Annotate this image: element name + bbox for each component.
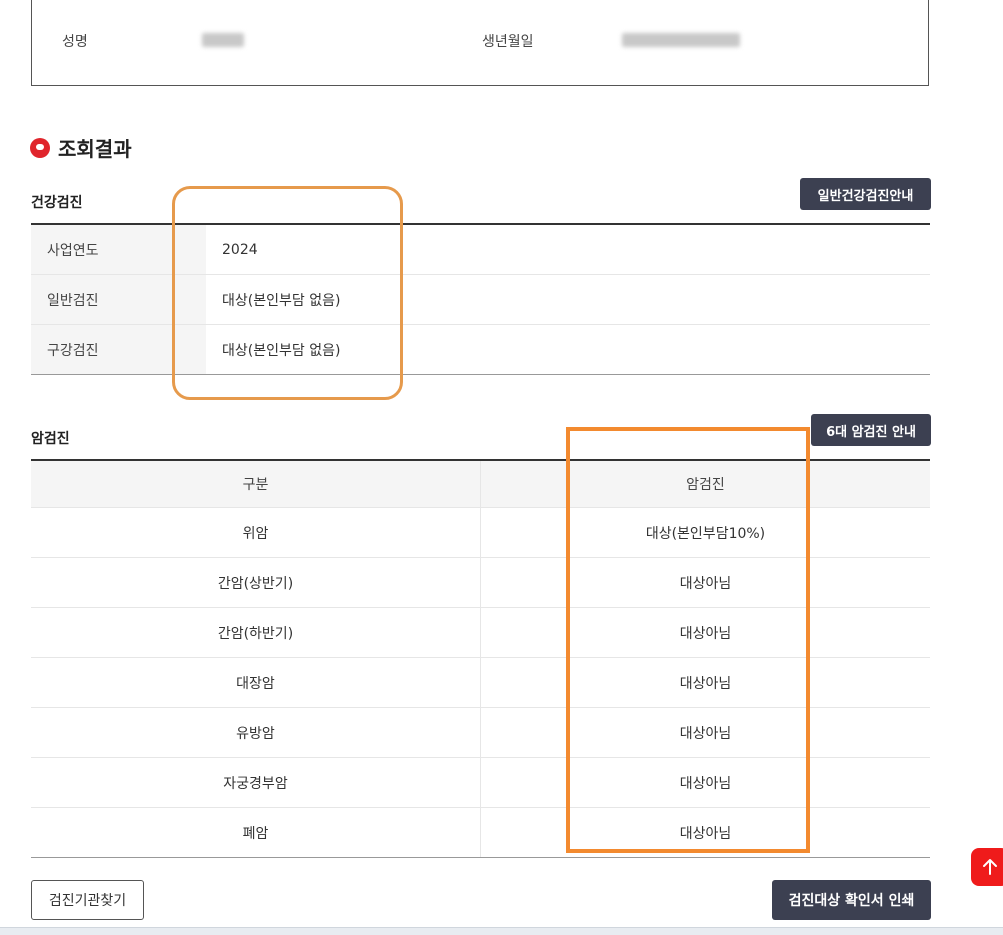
general-checkup-guide-button[interactable]: 일반건강검진안내 <box>800 178 931 210</box>
cancer-type: 간암(하반기) <box>31 608 481 657</box>
find-institution-button[interactable]: 검진기관찾기 <box>31 880 144 920</box>
table-row: 구강검진 대상(본인부담 없음) <box>31 325 930 374</box>
row-label: 사업연도 <box>31 225 206 274</box>
row-value: 2024 <box>222 241 258 258</box>
table-row: 대장암 대상아님 <box>31 658 930 708</box>
cancer-type: 간암(상반기) <box>31 558 481 607</box>
column-header-type: 구분 <box>31 461 481 507</box>
print-certificate-button[interactable]: 검진대상 확인서 인쇄 <box>772 880 931 920</box>
row-label: 구강검진 <box>31 325 206 374</box>
scroll-top-button[interactable] <box>971 848 1003 886</box>
cancer-status: 대상아님 <box>679 575 732 592</box>
birth-value-redacted <box>622 33 740 47</box>
table-row: 간암(하반기) 대상아님 <box>31 608 930 658</box>
row-value: 대상(본인부담 없음) <box>222 342 341 359</box>
arrow-up-icon <box>983 859 997 875</box>
birth-label: 생년월일 <box>482 34 534 50</box>
cancer-checkup-label: 암검진 <box>31 431 70 447</box>
row-value: 대상(본인부담 없음) <box>222 292 341 309</box>
cancer-status: 대상아님 <box>679 775 732 792</box>
table-row: 일반검진 대상(본인부담 없음) <box>31 275 930 325</box>
cancer-type: 자궁경부암 <box>31 758 481 807</box>
row-label: 일반검진 <box>31 275 206 324</box>
health-checkup-table: 사업연도 2024 일반검진 대상(본인부담 없음) 구강검진 대상(본인부담 … <box>31 223 930 375</box>
cancer-status: 대상(본인부담10%) <box>645 525 766 542</box>
result-title-text: 조회결과 <box>58 137 132 161</box>
cancer-status: 대상아님 <box>679 625 732 642</box>
cancer-checkup-table: 구분 암검진 위암 대상(본인부담10%) 간암(상반기) 대상아님 간암(하반… <box>31 459 930 858</box>
cancer-type: 대장암 <box>31 658 481 707</box>
cancer-status: 대상아님 <box>679 675 732 692</box>
cancer-status: 대상아님 <box>679 825 732 842</box>
name-value-redacted <box>202 33 244 47</box>
result-title: 조회결과 <box>30 133 132 162</box>
speech-pin-icon <box>30 137 50 158</box>
column-header-status: 암검진 <box>481 461 930 507</box>
table-row: 간암(상반기) 대상아님 <box>31 558 930 608</box>
health-checkup-label: 건강검진 <box>31 195 83 211</box>
table-row: 사업연도 2024 <box>31 225 930 275</box>
name-label: 성명 <box>62 34 88 50</box>
table-header-row: 구분 암검진 <box>31 461 930 508</box>
table-row: 폐암 대상아님 <box>31 808 930 857</box>
table-row: 유방암 대상아님 <box>31 708 930 758</box>
table-row: 위암 대상(본인부담10%) <box>31 508 930 558</box>
cancer-type: 폐암 <box>31 808 481 857</box>
cancer-type: 유방암 <box>31 708 481 757</box>
cancer-status: 대상아님 <box>679 725 732 742</box>
cancer-checkup-guide-button[interactable]: 6대 암검진 안내 <box>811 414 931 446</box>
table-row: 자궁경부암 대상아님 <box>31 758 930 808</box>
personal-info-box: 성명 생년월일 <box>31 0 929 86</box>
cancer-type: 위암 <box>31 508 481 557</box>
